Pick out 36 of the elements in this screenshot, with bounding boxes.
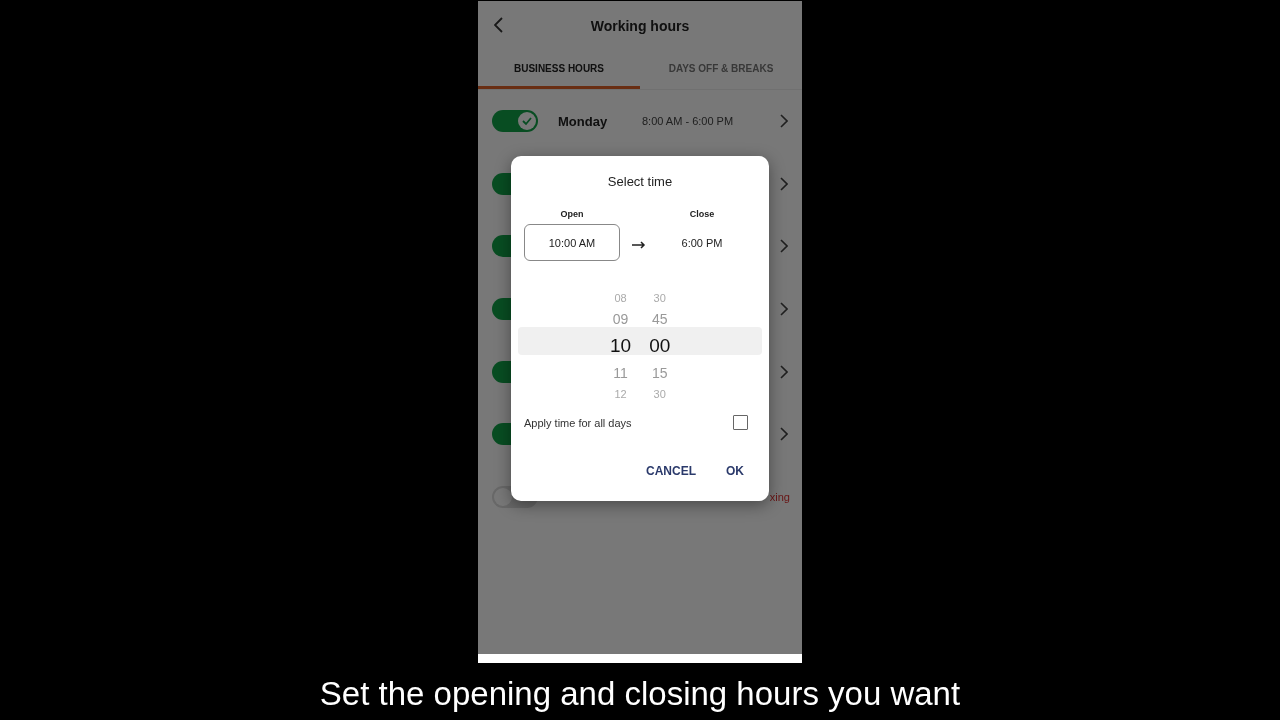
wheel-value[interactable]: 09 — [612, 307, 629, 331]
tab[interactable]: DAYS OFF & BREAKS — [640, 51, 802, 89]
close-time-field[interactable]: 6:00 PM — [654, 224, 750, 261]
tab[interactable]: BUSINESS HOURS — [478, 51, 640, 89]
dialog-button[interactable]: CANCEL — [646, 464, 696, 478]
screen-title: Working hours — [590, 18, 690, 34]
chevron-right-icon[interactable] — [780, 302, 788, 317]
wheel-value[interactable]: 08 — [614, 289, 627, 307]
arrow-right-icon — [632, 241, 646, 249]
chevron-right-icon[interactable] — [780, 427, 788, 442]
link-text[interactable]: xing — [769, 490, 790, 503]
back-icon[interactable] — [494, 17, 503, 33]
day-hours: 8:00 AM - 6:00 PM — [642, 115, 735, 128]
dialog-button[interactable]: OK — [726, 464, 744, 478]
wheel-value[interactable]: 11 — [613, 361, 628, 385]
chevron-right-icon[interactable] — [780, 176, 788, 191]
wheel-value[interactable]: 15 — [651, 361, 668, 385]
wheel-value[interactable]: 10 — [610, 331, 632, 361]
dialog-title: Select time — [607, 174, 673, 189]
check-icon — [521, 115, 533, 128]
close-label: Close — [689, 209, 715, 219]
wheel-value[interactable]: 30 — [653, 289, 666, 307]
open-label: Open — [560, 209, 584, 219]
chevron-right-icon[interactable] — [780, 239, 788, 254]
wheel-value[interactable]: 45 — [651, 307, 668, 331]
caption: Set the opening and closing hours you want — [319, 675, 961, 713]
chevron-right-icon[interactable] — [780, 364, 788, 379]
toggle-switch[interactable] — [492, 110, 538, 133]
checkbox[interactable] — [733, 415, 748, 430]
open-time-field[interactable]: 10:00 AM — [524, 224, 620, 261]
wheel-value[interactable]: 30 — [653, 385, 666, 403]
day-name: Monday — [558, 113, 609, 129]
apply-label: Apply time for all days — [524, 416, 632, 429]
wheel-value[interactable]: 00 — [649, 331, 671, 361]
wheel-value[interactable]: 12 — [614, 385, 627, 403]
chevron-right-icon[interactable] — [780, 114, 788, 129]
